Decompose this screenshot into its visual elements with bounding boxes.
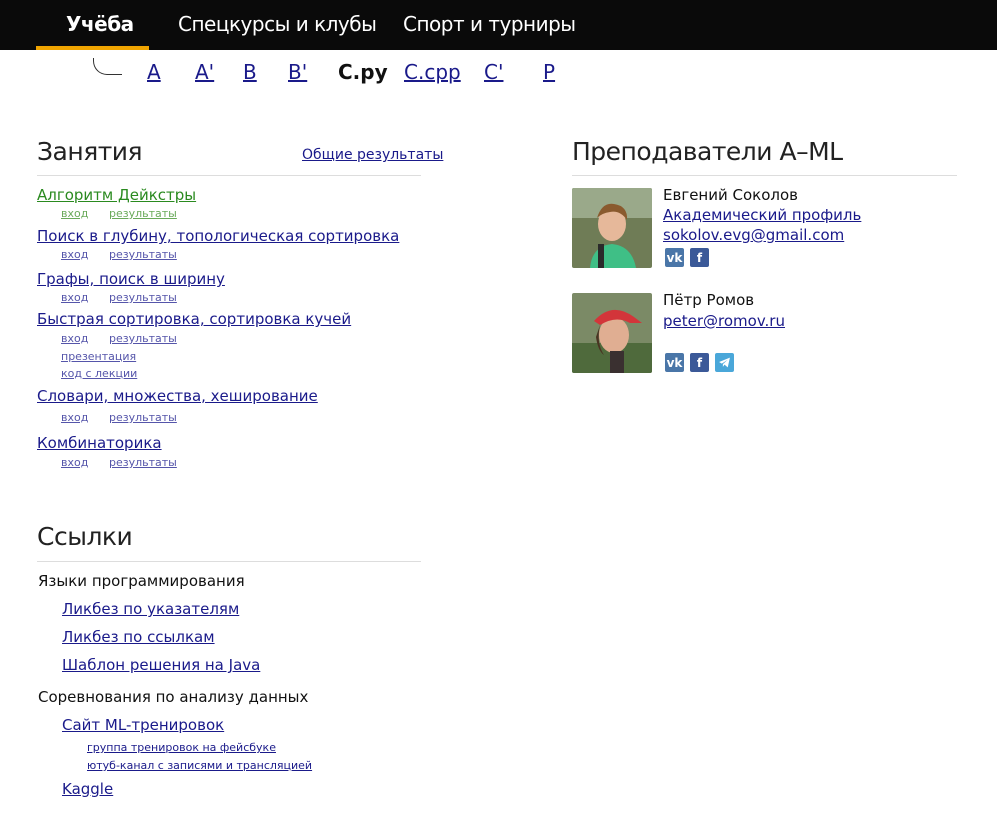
lesson-results-link[interactable]: результаты	[109, 248, 177, 261]
lesson-results-link[interactable]: результаты	[109, 291, 177, 304]
lesson-in-link[interactable]: вход	[61, 411, 88, 424]
tab-courses-clubs[interactable]: Спецкурсы и клубы	[178, 12, 377, 36]
subnav-c-cpp[interactable]: C.cpp	[404, 60, 461, 84]
teachers-title: Преподаватели A–ML	[572, 137, 843, 166]
tab-sport-tournaments[interactable]: Спорт и турниры	[403, 12, 576, 36]
teacher-email-link[interactable]: peter@romov.ru	[663, 312, 785, 330]
telegram-icon[interactable]	[715, 353, 734, 372]
lessons-divider	[37, 175, 421, 176]
lesson-in-link[interactable]: вход	[61, 456, 88, 469]
lesson-results-link[interactable]: результаты	[109, 332, 177, 345]
lesson-title[interactable]: Поиск в глубину, топологическая сортиров…	[37, 227, 399, 245]
subnav-c-py: C.py	[338, 60, 388, 84]
links-group-heading: Языки программирования	[38, 572, 245, 590]
lesson-results-link[interactable]: результаты	[109, 411, 177, 424]
subnav-p[interactable]: P	[543, 60, 555, 84]
teacher-photo	[572, 188, 652, 268]
subnav-a[interactable]: A	[147, 60, 161, 84]
lesson-results-link[interactable]: результаты	[109, 207, 177, 220]
vk-icon[interactable]: vk	[665, 248, 684, 267]
subnav-b-prime[interactable]: B'	[288, 60, 307, 84]
lesson-in-link[interactable]: вход	[61, 248, 88, 261]
active-tab-indicator	[36, 46, 149, 50]
tab-study[interactable]: Учёба	[66, 12, 134, 36]
teacher-name: Пётр Ромов	[663, 291, 755, 309]
vk-icon[interactable]: vk	[665, 353, 684, 372]
ref-link[interactable]: Ликбез по указателям	[62, 600, 239, 618]
lesson-results-link[interactable]: результаты	[109, 456, 177, 469]
lesson-in-link[interactable]: вход	[61, 332, 88, 345]
lesson-in-link[interactable]: вход	[61, 207, 88, 220]
lesson-title[interactable]: Комбинаторика	[37, 434, 162, 452]
all-results-link[interactable]: Общие результаты	[302, 147, 443, 163]
lesson-title[interactable]: Алгоритм Дейкстры	[37, 186, 196, 204]
subnav-a-prime[interactable]: A'	[195, 60, 214, 84]
subnav-b[interactable]: B	[243, 60, 257, 84]
teacher-photo	[572, 293, 652, 373]
lesson-code-link[interactable]: код с лекции	[61, 367, 137, 380]
links-divider	[37, 561, 421, 562]
ref-link[interactable]: Сайт ML-тренировок	[62, 716, 224, 734]
links-group-heading: Соревнования по анализу данных	[38, 688, 309, 706]
teacher-name: Евгений Соколов	[663, 186, 798, 204]
facebook-icon[interactable]: f	[690, 353, 709, 372]
lesson-title[interactable]: Графы, поиск в ширину	[37, 270, 225, 288]
facebook-icon[interactable]: f	[690, 248, 709, 267]
teachers-divider	[572, 175, 957, 176]
lessons-title: Занятия	[37, 137, 143, 166]
teacher-email-link[interactable]: sokolov.evg@gmail.com	[663, 226, 844, 244]
subnav-connector	[93, 58, 122, 75]
lesson-in-link[interactable]: вход	[61, 291, 88, 304]
lesson-title[interactable]: Словари, множества, хеширование	[37, 387, 318, 405]
subnav-c-prime[interactable]: C'	[484, 60, 503, 84]
ref-sub-link[interactable]: группа тренировок на фейсбуке	[87, 741, 276, 754]
ref-link[interactable]: Шаблон решения на Java	[62, 656, 260, 674]
top-nav-bar: Учёба Спецкурсы и клубы Спорт и турниры	[0, 0, 997, 50]
lesson-title[interactable]: Быстрая сортировка, сортировка кучей	[37, 310, 351, 328]
teacher-profile-link[interactable]: Академический профиль	[663, 206, 861, 224]
ref-link[interactable]: Kaggle	[62, 780, 113, 798]
ref-link[interactable]: Ликбез по ссылкам	[62, 628, 215, 646]
lesson-presentation-link[interactable]: презентация	[61, 350, 136, 363]
links-title: Ссылки	[37, 522, 133, 551]
ref-sub-link[interactable]: ютуб-канал с записями и трансляцией	[87, 759, 312, 772]
